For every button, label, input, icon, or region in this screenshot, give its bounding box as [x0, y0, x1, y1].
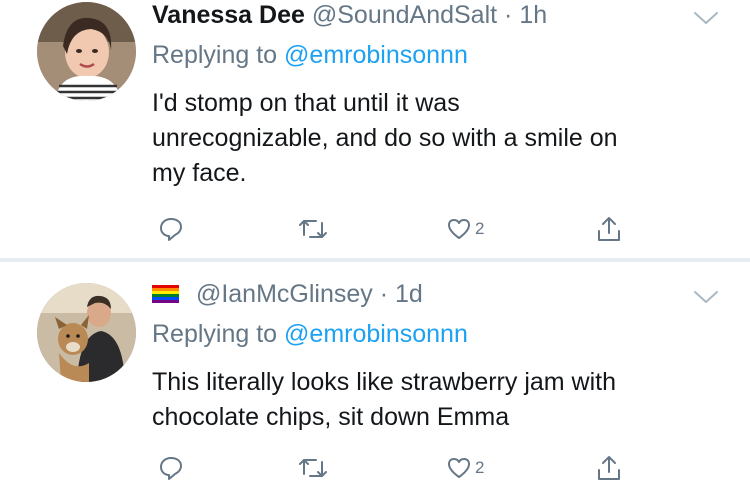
tweet-actions: 2 — [150, 453, 630, 483]
tweet-actions: 2 — [150, 214, 630, 244]
like-button[interactable]: 2 — [446, 453, 484, 483]
tweet[interactable]: Vanessa Dee @SoundAndSalt · 1h Replying … — [0, 0, 750, 258]
avatar[interactable] — [37, 2, 136, 101]
heart-icon — [448, 458, 470, 478]
chevron-down-icon[interactable] — [693, 289, 719, 305]
replying-to-label: Replying to — [152, 320, 278, 348]
retweet-icon — [299, 459, 327, 477]
mention-link[interactable]: @emrobinsonnn — [284, 320, 468, 348]
replying-to: Replying to @emrobinsonnn — [152, 40, 468, 70]
timestamp[interactable]: 1d — [395, 280, 423, 308]
user-handle[interactable]: @IanMcGlinsey — [196, 280, 373, 308]
tweet-text-line: I'd stomp on that until it was — [152, 89, 460, 117]
user-handle[interactable]: @SoundAndSalt — [312, 1, 497, 29]
tweet-text: I'd stomp on that until it was unrecogni… — [152, 86, 722, 191]
tweet[interactable]: @IanMcGlinsey · 1d Replying to @emrobins… — [0, 262, 750, 493]
retweet-button[interactable] — [298, 214, 331, 244]
rainbow-flag-icon — [152, 285, 179, 303]
separator-dot: · — [504, 1, 513, 29]
avatar[interactable] — [37, 283, 136, 382]
separator-dot: · — [379, 280, 389, 308]
avatar-photo — [37, 2, 136, 101]
tweet-text-line: This literally looks like strawberry jam… — [152, 368, 617, 396]
mention-link[interactable]: @emrobinsonnn — [284, 41, 468, 69]
tweet-header: Vanessa Dee @SoundAndSalt · 1h — [152, 0, 547, 30]
reply-button[interactable] — [158, 214, 187, 244]
reply-button[interactable] — [158, 453, 187, 483]
tweet-text-line: unrecognizable, and do so with a smile o… — [152, 124, 618, 152]
share-button[interactable] — [596, 453, 622, 483]
like-count: 2 — [475, 458, 485, 477]
chevron-down-icon[interactable] — [693, 10, 719, 26]
share-icon — [598, 217, 620, 241]
share-icon — [598, 456, 620, 480]
tweet-header: @IanMcGlinsey · 1d — [152, 279, 423, 309]
reply-icon — [160, 218, 182, 241]
tweet-text-line: chocolate chips, sit down Emma — [152, 403, 510, 431]
like-button[interactable]: 2 — [446, 214, 484, 244]
retweet-button[interactable] — [298, 453, 331, 483]
timestamp[interactable]: 1h — [519, 1, 547, 29]
replying-to: Replying to @emrobinsonnn — [152, 319, 468, 349]
retweet-icon — [299, 220, 327, 238]
replying-to-label: Replying to — [152, 41, 278, 69]
like-count: 2 — [475, 219, 485, 238]
avatar-photo — [37, 283, 136, 382]
tweet-text-line: my face. — [152, 159, 247, 187]
tweet-text: This literally looks like strawberry jam… — [152, 365, 722, 435]
reply-thread: Vanessa Dee @SoundAndSalt · 1h Replying … — [0, 0, 750, 493]
reply-icon — [160, 457, 182, 480]
share-button[interactable] — [596, 214, 622, 244]
heart-icon — [448, 219, 470, 239]
display-name[interactable]: Vanessa Dee — [152, 1, 305, 29]
